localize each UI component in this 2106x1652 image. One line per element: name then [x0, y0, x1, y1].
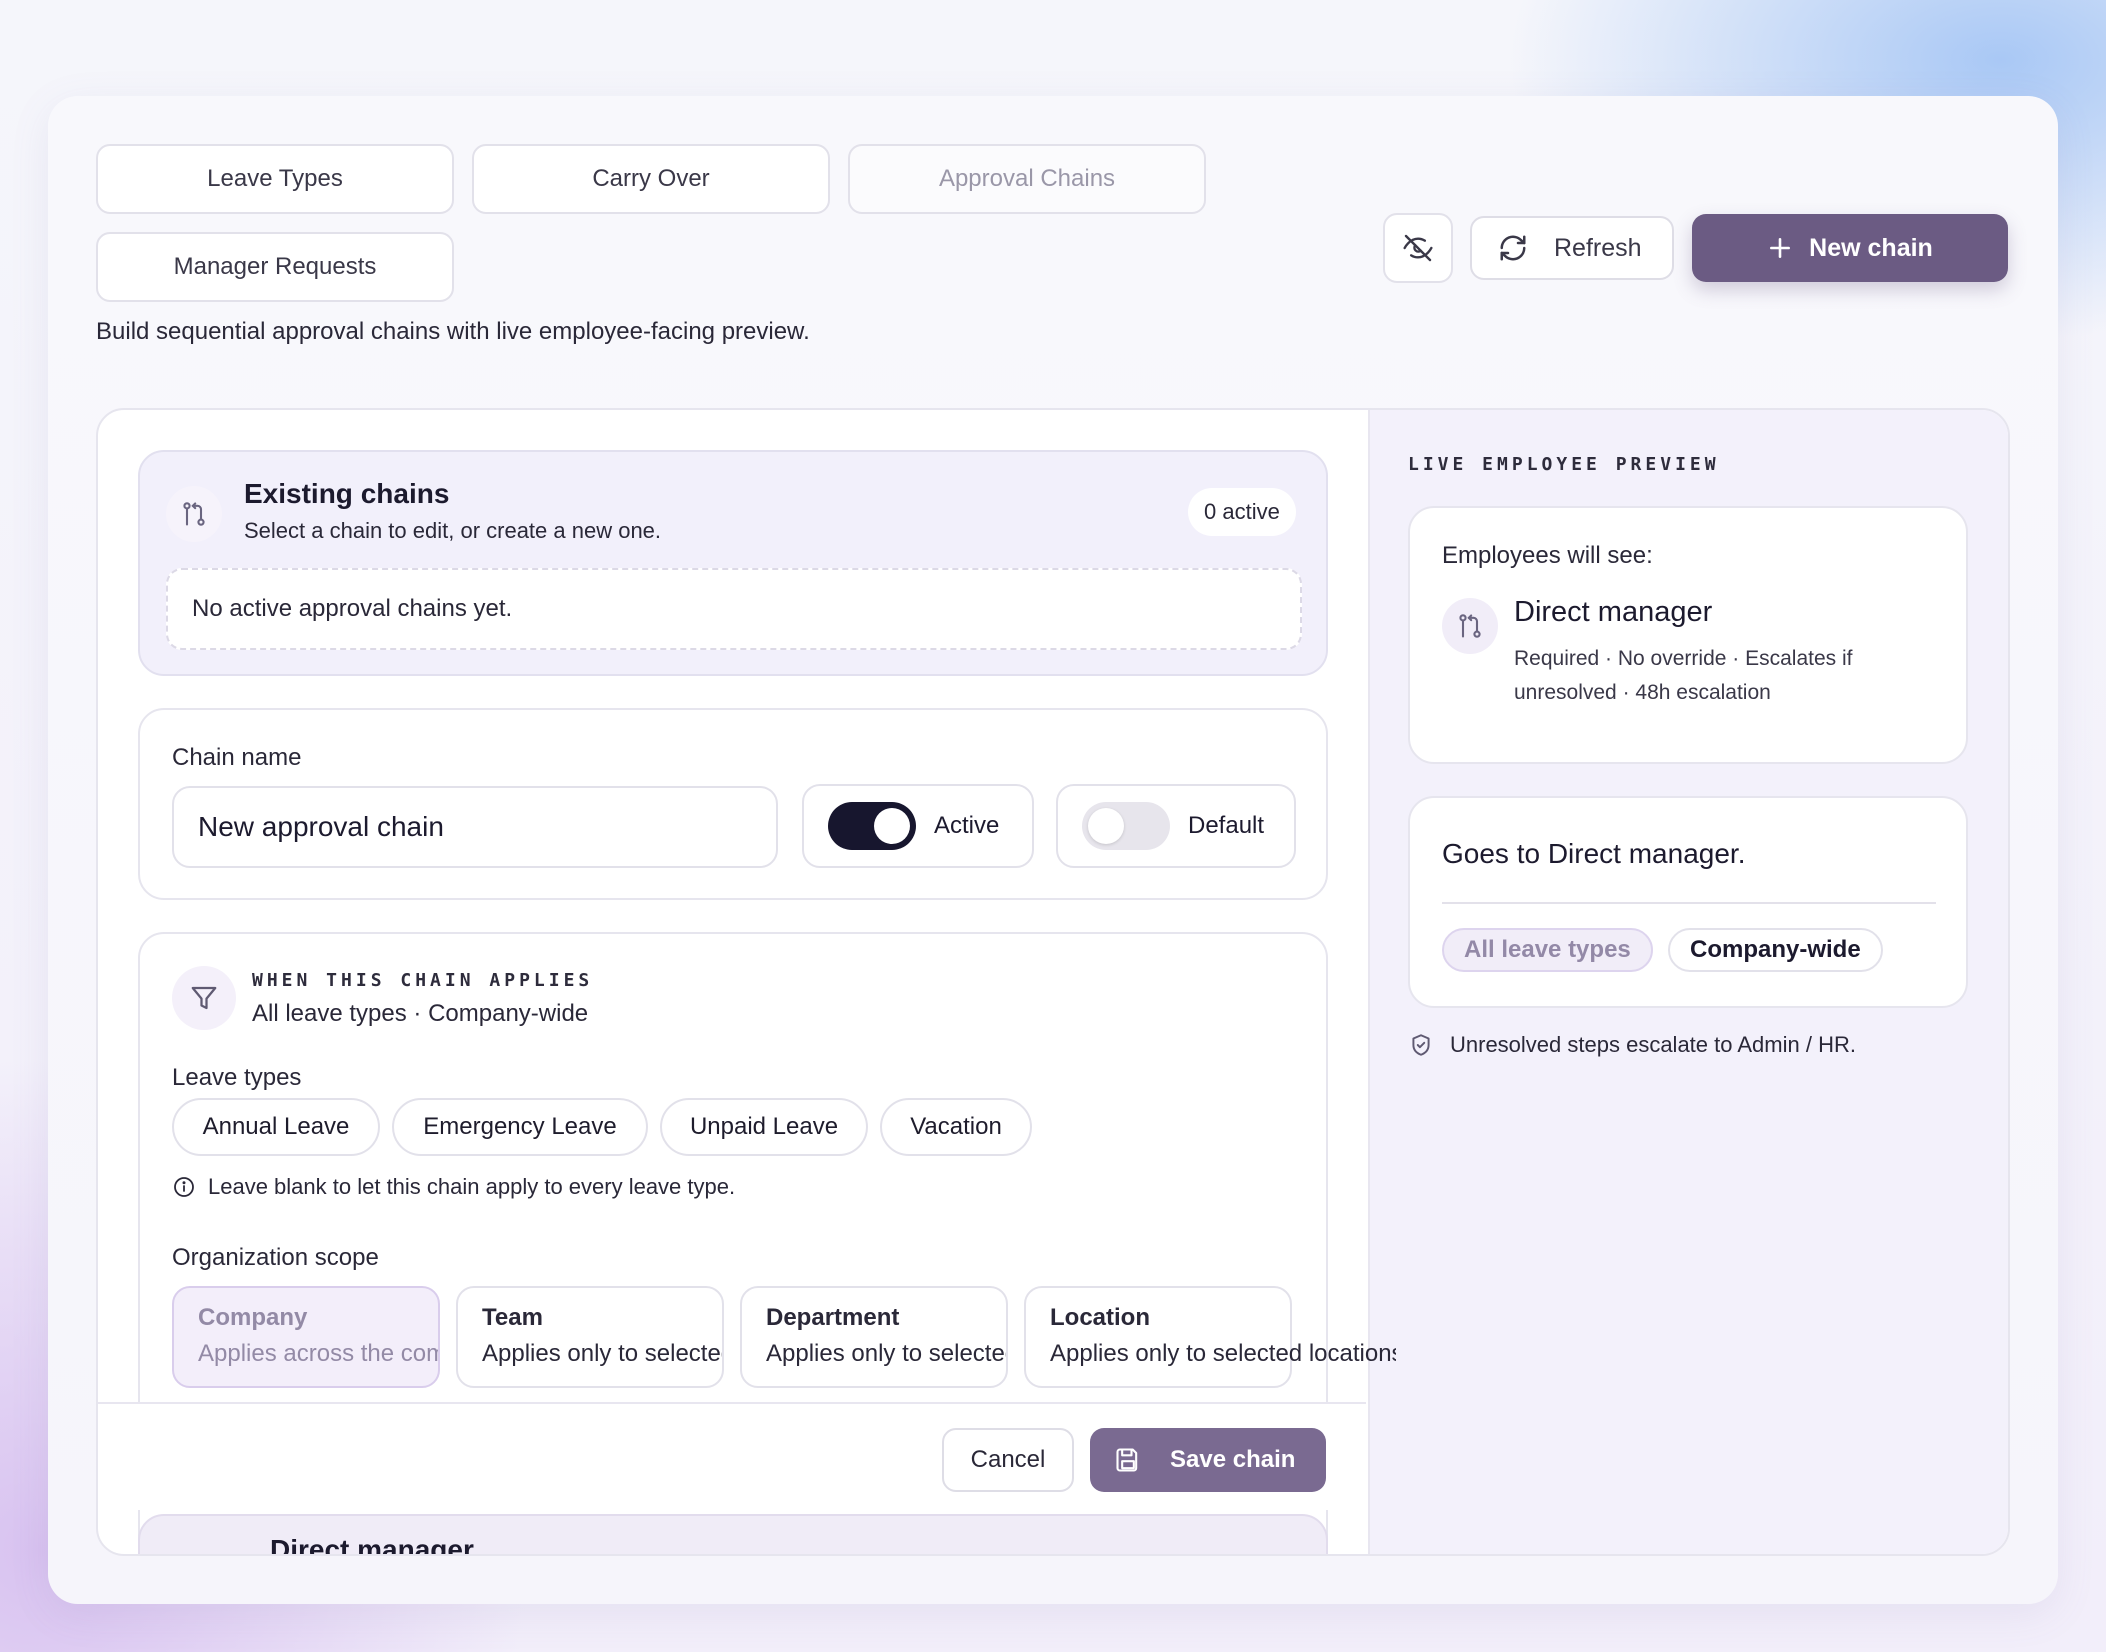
- git-pull-request-icon: [183, 502, 205, 526]
- divider: [1442, 902, 1936, 904]
- save-label: Save chain: [1170, 1446, 1296, 1473]
- git-pull-request-icon: [1459, 614, 1481, 638]
- tab-label: Leave Types: [207, 165, 343, 192]
- preview-step-title: Direct manager: [1514, 596, 1713, 628]
- empty-chains-message: No active approval chains yet.: [166, 568, 1302, 650]
- scope-option-location[interactable]: Location Applies only to selected locati…: [1024, 1286, 1396, 1388]
- preview-tag: All leave types: [1442, 928, 1653, 972]
- tab-approval-chains[interactable]: Approval Chains: [848, 144, 1206, 214]
- hint-text: Leave blank to let this chain apply to e…: [208, 1174, 736, 1199]
- existing-chains-subtitle: Select a chain to edit, or create a new …: [244, 518, 662, 543]
- save-icon: [1116, 1448, 1138, 1472]
- preview-intro: Employees will see:: [1442, 542, 1653, 569]
- tab-manager-requests[interactable]: Manager Requests: [96, 232, 454, 302]
- preview-step-meta: Required · No override · Escalates if un…: [1514, 647, 1853, 704]
- scope-desc: Applies only to selected teams: [482, 1340, 722, 1367]
- tab-label: Approval Chains: [938, 165, 1116, 192]
- scope-option-company[interactable]: Company Applies across the company: [172, 1286, 440, 1388]
- preview-routing-card: Goes to Direct manager. All leave types …: [1408, 796, 1968, 1008]
- leave-type-chip[interactable]: Emergency Leave: [392, 1098, 648, 1156]
- step-peek-title: Direct manager: [270, 1534, 474, 1556]
- hide-preview-button[interactable]: [1383, 213, 1453, 283]
- escalation-note: Unresolved steps escalate to Admin / HR.: [1408, 1032, 1856, 1058]
- tab-carry-over[interactable]: Carry Over: [472, 144, 830, 214]
- applies-section-label: WHEN THIS CHAIN APPLIES: [252, 970, 594, 991]
- tab-leave-types[interactable]: Leave Types: [96, 144, 454, 214]
- editor-footer: Cancel Save chain: [98, 1402, 1366, 1510]
- preview-goes-to: Goes to Direct manager.: [1442, 838, 1746, 869]
- scope-title: Company: [198, 1304, 308, 1331]
- chain-name-input[interactable]: [172, 786, 778, 868]
- eye-off-icon: [1403, 234, 1433, 262]
- scope-desc: Applies only to selected departments: [766, 1340, 1006, 1367]
- default-label: Default: [1188, 812, 1265, 839]
- scope-title: Department: [766, 1304, 900, 1331]
- info-icon: [174, 1177, 194, 1197]
- leave-type-chip[interactable]: Vacation: [880, 1098, 1032, 1156]
- active-switch[interactable]: [828, 802, 916, 850]
- plus-icon: [1770, 238, 1791, 258]
- switch-knob: [1088, 808, 1124, 844]
- leave-type-chip[interactable]: Annual Leave: [172, 1098, 380, 1156]
- tab-label: Carry Over: [592, 165, 710, 192]
- filter-avatar: [172, 966, 236, 1030]
- cancel-label: Cancel: [970, 1446, 1046, 1473]
- switch-knob: [874, 808, 910, 844]
- leave-type-chip[interactable]: Unpaid Leave: [660, 1098, 868, 1156]
- preview-section-label: LIVE EMPLOYEE PREVIEW: [1408, 454, 1720, 475]
- cancel-button[interactable]: Cancel: [942, 1428, 1074, 1492]
- refresh-button[interactable]: Refresh: [1470, 216, 1674, 280]
- leave-types-hint: Leave blank to let this chain apply to e…: [172, 1174, 735, 1200]
- scope-label: Organization scope: [172, 1244, 379, 1271]
- new-chain-label: New chain: [1809, 233, 1933, 262]
- default-switch[interactable]: [1082, 802, 1170, 850]
- default-toggle[interactable]: Default: [1056, 784, 1296, 868]
- preview-step-avatar: [1442, 598, 1498, 654]
- scope-option-team[interactable]: Team Applies only to selected teams: [456, 1286, 724, 1388]
- tab-label: Manager Requests: [173, 253, 377, 280]
- scope-title: Location: [1050, 1304, 1150, 1331]
- preview-step-card: Employees will see: Direct manager Requi…: [1408, 506, 1968, 764]
- page-subtitle: Build sequential approval chains with li…: [96, 318, 810, 345]
- filter-icon: [191, 986, 217, 1010]
- existing-chains-title: Existing chains: [244, 478, 450, 509]
- existing-chains-card: Existing chains Select a chain to edit, …: [138, 450, 1328, 676]
- refresh-label: Refresh: [1554, 233, 1642, 262]
- shield-check-icon: [1412, 1034, 1430, 1056]
- active-label: Active: [934, 812, 1000, 839]
- chain-name-card: Chain name Active Default: [138, 708, 1328, 900]
- chain-name-label: Chain name: [172, 744, 302, 771]
- active-count-badge: 0 active: [1188, 488, 1296, 536]
- active-toggle[interactable]: Active: [802, 784, 1034, 868]
- save-chain-button[interactable]: Save chain: [1090, 1428, 1326, 1492]
- escalation-text: Unresolved steps escalate to Admin / HR.: [1450, 1032, 1856, 1057]
- scope-desc: Applies across the company: [198, 1340, 438, 1367]
- scope-title: Team: [482, 1304, 543, 1331]
- leave-types-label: Leave types: [172, 1064, 302, 1091]
- scope-desc: Applies only to selected locations: [1050, 1340, 1396, 1367]
- new-chain-button[interactable]: New chain: [1692, 214, 2008, 282]
- scope-option-department[interactable]: Department Applies only to selected depa…: [740, 1286, 1008, 1388]
- step-card-peek[interactable]: Direct manager: [138, 1514, 1328, 1556]
- existing-chains-avatar: [166, 486, 222, 542]
- refresh-icon: [1500, 235, 1526, 261]
- preview-tag: Company-wide: [1668, 928, 1883, 972]
- applies-summary: All leave types · Company-wide: [252, 1000, 589, 1027]
- live-preview-column: LIVE EMPLOYEE PREVIEW Employees will see…: [1368, 410, 2008, 1554]
